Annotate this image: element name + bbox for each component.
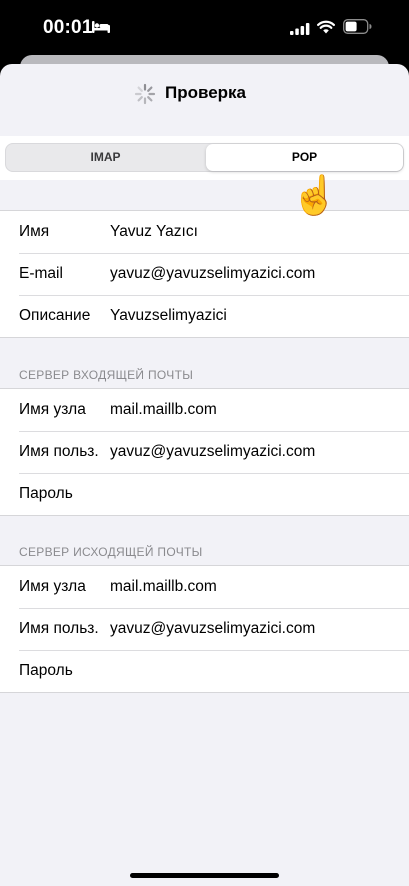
account-sheet: Проверка IMAP POP Имя Yavuz Yazıcı E-mai… — [0, 64, 409, 886]
description-row[interactable]: Описание Yavuzselimyazici — [0, 295, 409, 337]
description-label: Описание — [19, 307, 91, 324]
account-type-segmented-control: IMAP POP — [5, 143, 404, 172]
outgoing-username-field[interactable]: yavuz@yavuzselimyazici.com — [110, 608, 315, 650]
email-row[interactable]: E-mail yavuz@yavuzselimyazici.com — [0, 253, 409, 295]
email-field[interactable]: yavuz@yavuzselimyazici.com — [110, 253, 315, 295]
incoming-server-group: Имя узла mail.maillb.com Имя польз. yavu… — [0, 388, 409, 516]
incoming-host-field[interactable]: mail.maillb.com — [110, 389, 217, 431]
bed-icon — [92, 20, 110, 38]
segment-pop[interactable]: POP — [206, 144, 403, 171]
status-bar: 00:01 — [0, 0, 409, 58]
home-indicator — [130, 873, 279, 878]
outgoing-host-row[interactable]: Имя узла mail.maillb.com — [0, 566, 409, 608]
email-label: E-mail — [19, 265, 63, 282]
outgoing-password-label: Пароль — [19, 662, 73, 679]
incoming-username-row[interactable]: Имя польз. yavuz@yavuzselimyazici.com — [0, 431, 409, 473]
outgoing-password-row[interactable]: Пароль — [0, 650, 409, 692]
incoming-host-label: Имя узла — [19, 401, 86, 418]
status-time: 00:01 — [43, 17, 93, 38]
outgoing-server-header: СЕРВЕР ИСХОДЯЩЕЙ ПОЧТЫ — [19, 545, 203, 559]
incoming-host-row[interactable]: Имя узла mail.maillb.com — [0, 389, 409, 431]
name-row[interactable]: Имя Yavuz Yazıcı — [0, 211, 409, 253]
wifi-icon — [317, 20, 335, 39]
incoming-password-row[interactable]: Пароль — [0, 473, 409, 515]
incoming-server-header: СЕРВЕР ВХОДЯЩЕЙ ПОЧТЫ — [19, 368, 194, 382]
outgoing-host-field[interactable]: mail.maillb.com — [110, 566, 217, 608]
name-field[interactable]: Yavuz Yazıcı — [110, 211, 198, 253]
battery-icon — [343, 19, 372, 39]
navigation-bar: Проверка — [0, 64, 409, 136]
description-field[interactable]: Yavuzselimyazici — [110, 295, 227, 337]
page-title: Проверка — [165, 83, 247, 102]
outgoing-server-group: Имя узла mail.maillb.com Имя польз. yavu… — [0, 565, 409, 693]
outgoing-host-label: Имя узла — [19, 578, 86, 595]
name-label: Имя — [19, 223, 50, 240]
outgoing-username-row[interactable]: Имя польз. yavuz@yavuzselimyazici.com — [0, 608, 409, 650]
spinner-icon — [134, 83, 156, 105]
incoming-password-label: Пароль — [19, 485, 73, 502]
segment-imap[interactable]: IMAP — [6, 144, 205, 171]
cellular-signal-icon — [290, 22, 310, 40]
pointing-hand-icon: ☝ — [291, 175, 339, 217]
account-info-group: Имя Yavuz Yazıcı E-mail yavuz@yavuzselim… — [0, 210, 409, 338]
incoming-username-field[interactable]: yavuz@yavuzselimyazici.com — [110, 431, 315, 473]
incoming-username-label: Имя польз. — [19, 443, 99, 460]
outgoing-username-label: Имя польз. — [19, 620, 99, 637]
segmented-control-container: IMAP POP — [0, 136, 409, 180]
